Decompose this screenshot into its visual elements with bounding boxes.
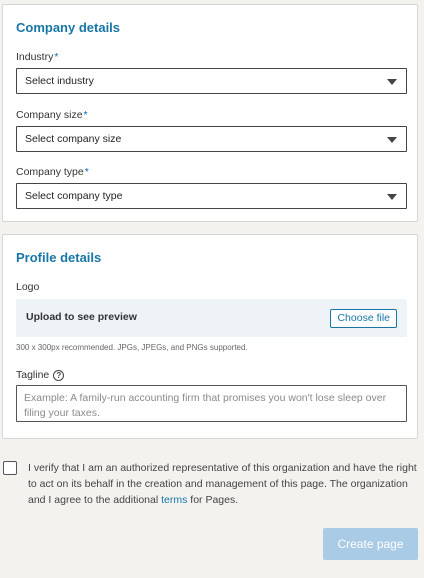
logo-label: Logo bbox=[16, 281, 40, 293]
required-mark: * bbox=[84, 166, 89, 178]
industry-label-text: Industry bbox=[16, 51, 54, 63]
company-size-select-value: Select company size bbox=[25, 133, 122, 145]
company-type-select[interactable]: Select company type bbox=[16, 183, 407, 209]
company-size-select[interactable]: Select company size bbox=[16, 126, 407, 152]
upload-preview-text: Upload to see preview bbox=[26, 311, 137, 323]
company-size-label-text: Company size bbox=[16, 109, 83, 121]
chevron-down-icon bbox=[387, 194, 397, 200]
logo-upload-area: Upload to see preview Choose file bbox=[16, 299, 407, 337]
tagline-label: Tagline ? bbox=[16, 369, 65, 381]
company-type-label: Company type* bbox=[16, 166, 89, 178]
tagline-input[interactable] bbox=[16, 385, 407, 422]
choose-file-button[interactable]: Choose file bbox=[330, 309, 397, 328]
chevron-down-icon bbox=[387, 79, 397, 85]
industry-label: Industry* bbox=[16, 51, 58, 63]
industry-select-value: Select industry bbox=[25, 75, 94, 87]
company-type-select-value: Select company type bbox=[25, 190, 123, 202]
company-details-title: Company details bbox=[16, 20, 121, 35]
help-icon[interactable]: ? bbox=[53, 369, 65, 381]
profile-details-card: Profile details Logo Upload to see previ… bbox=[2, 234, 418, 439]
industry-select[interactable]: Select industry bbox=[16, 68, 407, 94]
tagline-label-text: Tagline bbox=[16, 369, 50, 381]
company-details-card: Company details Industry* Select industr… bbox=[2, 4, 418, 222]
verify-statement: I verify that I am an authorized represe… bbox=[28, 460, 420, 508]
verify-checkbox[interactable] bbox=[3, 461, 17, 475]
company-size-label: Company size* bbox=[16, 109, 88, 121]
logo-helper-text: 300 x 300px recommended. JPGs, JPEGs, an… bbox=[16, 343, 248, 352]
verify-text-end: for Pages. bbox=[187, 494, 239, 506]
profile-details-title: Profile details bbox=[16, 250, 102, 265]
chevron-down-icon bbox=[387, 137, 397, 143]
terms-link[interactable]: terms bbox=[161, 494, 187, 506]
create-page-button[interactable]: Create page bbox=[323, 528, 418, 560]
company-type-label-text: Company type bbox=[16, 166, 84, 178]
required-mark: * bbox=[83, 109, 88, 121]
required-mark: * bbox=[54, 51, 59, 63]
